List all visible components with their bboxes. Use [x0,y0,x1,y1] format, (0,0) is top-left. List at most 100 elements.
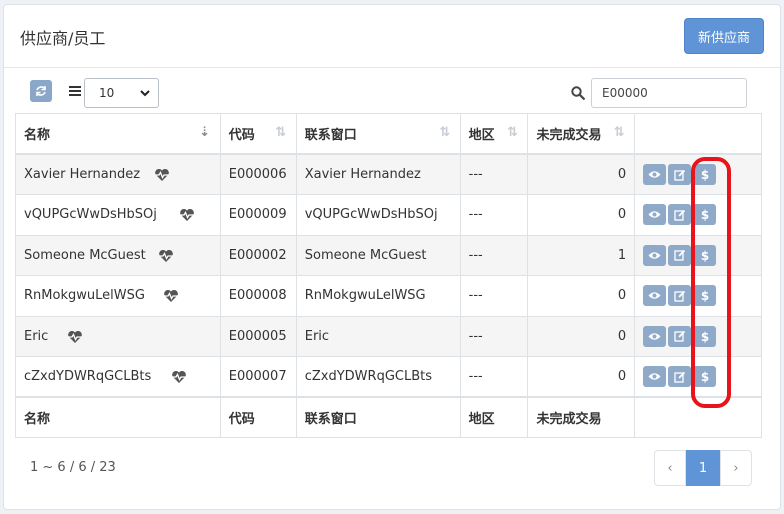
table-row[interactable]: RnMokgwuLelWSG E000008 RnMokgwuLelWSG --- 0 $ [15,275,762,317]
cell-pending: 0 [527,153,636,195]
cell-name: vQUPGcWwDsHbSOj [15,194,221,236]
footer-code: 代码 [219,396,297,438]
table-footer-row: 名称 代码 联系窗口 地区 未完成交易 [15,396,762,438]
eye-icon [648,291,661,300]
view-button[interactable] [643,244,667,266]
cell-region: --- [459,315,529,357]
cell-code: E000008 [219,275,297,317]
cell-region: --- [459,275,529,317]
cell-contact: vQUPGcWwDsHbSOj [295,194,461,236]
edit-button[interactable] [668,285,692,307]
cell-name: RnMokgwuLelWSG [15,275,221,317]
cell-name: Xavier Hernandez [15,153,221,195]
table-row[interactable]: Eric E000005 Eric --- 0 $ [15,315,762,357]
pagination: ‹ 1 › [654,450,752,486]
edit-button[interactable] [668,325,692,347]
cell-pending: 0 [527,194,636,236]
page-title: 供应商/员工 [20,29,106,48]
edit-button[interactable] [668,204,692,226]
search-icon [571,86,585,100]
page-1-button[interactable]: 1 [686,450,720,486]
highlight-annotation [691,157,731,408]
heartbeat-icon[interactable] [163,289,179,303]
cell-region: --- [459,194,529,236]
heartbeat-icon[interactable] [158,249,174,263]
column-header-code[interactable]: 代码 ⇅ [219,113,297,155]
sort-icon: ⇅ [275,125,287,140]
table-row[interactable]: Xavier Hernandez E000006 Xavier Hernandez -… [15,153,762,195]
new-supplier-button[interactable]: 新供应商 [684,18,764,54]
view-button[interactable] [643,325,667,347]
cell-contact: RnMokgwuLelWSG [295,275,461,317]
chevron-down-icon [140,90,150,97]
eye-icon [648,332,661,341]
edit-icon [673,371,686,383]
page-size-select[interactable]: 10 [84,78,159,108]
cell-name: Someone McGuest [15,234,221,276]
view-button[interactable] [643,164,667,185]
column-header-region[interactable]: 地区 ⇅ [459,113,529,155]
column-header-pending[interactable]: 未完成交易 ⇅ [527,113,636,155]
heartbeat-icon[interactable] [171,370,187,384]
cell-region: --- [459,234,529,276]
eye-icon [648,372,661,381]
column-header-contact[interactable]: 联系窗口 ⇅ [295,113,461,155]
cell-contact: Xavier Hernandez [295,153,461,195]
supplier-name: RnMokgwuLelWSG [24,288,145,304]
cell-pending: 1 [527,234,636,276]
edit-button[interactable] [668,164,692,185]
edit-icon [673,249,686,261]
column-header-actions [634,113,762,155]
sort-icon: ⇅ [613,125,625,140]
heartbeat-icon[interactable] [154,168,170,182]
table-row[interactable]: cZxdYDWRqGCLBts E000007 cZxdYDWRqGCLBts ---… [15,356,762,398]
suppliers-table: 名称 ⇣ 代码 ⇅ 联系窗口 ⇅ 地区 ⇅ 未完成交易 ⇅ Xavier Hernande… [15,113,762,438]
refresh-button[interactable] [30,80,52,102]
cell-code: E000006 [219,153,297,195]
footer-contact: 联系窗口 [295,396,461,438]
footer-pending: 未完成交易 [527,396,636,438]
cell-code: E000009 [219,194,297,236]
cell-pending: 0 [527,315,636,357]
panel-header: 供应商/员工 新供应商 [4,5,780,68]
search-input[interactable] [591,78,747,108]
edit-icon [673,290,686,302]
pagination-summary: 1 ~ 6 / 6 / 23 [30,460,116,475]
table-row[interactable]: vQUPGcWwDsHbSOj E000009 vQUPGcWwDsHbSOj ---… [15,194,762,236]
column-header-name[interactable]: 名称 ⇣ [15,113,221,155]
cell-contact: Someone McGuest [295,234,461,276]
cell-name: Eric [15,315,221,357]
cell-code: E000005 [219,315,297,357]
sort-icon: ⇅ [439,125,451,140]
sort-icon: ⇅ [507,125,518,140]
eye-icon [648,210,661,219]
view-button[interactable] [643,204,667,226]
heartbeat-icon[interactable] [67,330,83,344]
edit-button[interactable] [668,366,692,387]
table-header-row: 名称 ⇣ 代码 ⇅ 联系窗口 ⇅ 地区 ⇅ 未完成交易 ⇅ [15,113,762,155]
edit-icon [673,209,686,221]
sort-desc-icon: ⇣ [199,125,211,140]
refresh-icon [36,86,46,96]
page-size-value: 10 [99,86,115,100]
next-page-button[interactable]: › [720,450,752,486]
edit-icon [673,169,686,181]
cell-name: cZxdYDWRqGCLBts [15,356,221,398]
list-icon [69,86,81,96]
edit-button[interactable] [668,244,692,266]
eye-icon [648,170,661,179]
cell-code: E000002 [219,234,297,276]
prev-page-button[interactable]: ‹ [654,450,686,486]
view-button[interactable] [643,285,667,307]
supplier-name: vQUPGcWwDsHbSOj [24,207,157,223]
supplier-name: Eric [24,328,49,344]
cell-pending: 0 [527,275,636,317]
cell-region: --- [459,153,529,195]
supplier-name: cZxdYDWRqGCLBts [24,369,152,384]
view-button[interactable] [643,366,667,387]
heartbeat-icon[interactable] [179,208,195,222]
supplier-name: Someone McGuest [24,247,146,263]
edit-icon [673,330,686,342]
footer-region: 地区 [459,396,529,438]
table-row[interactable]: Someone McGuest E000002 Someone McGuest ---… [15,234,762,276]
